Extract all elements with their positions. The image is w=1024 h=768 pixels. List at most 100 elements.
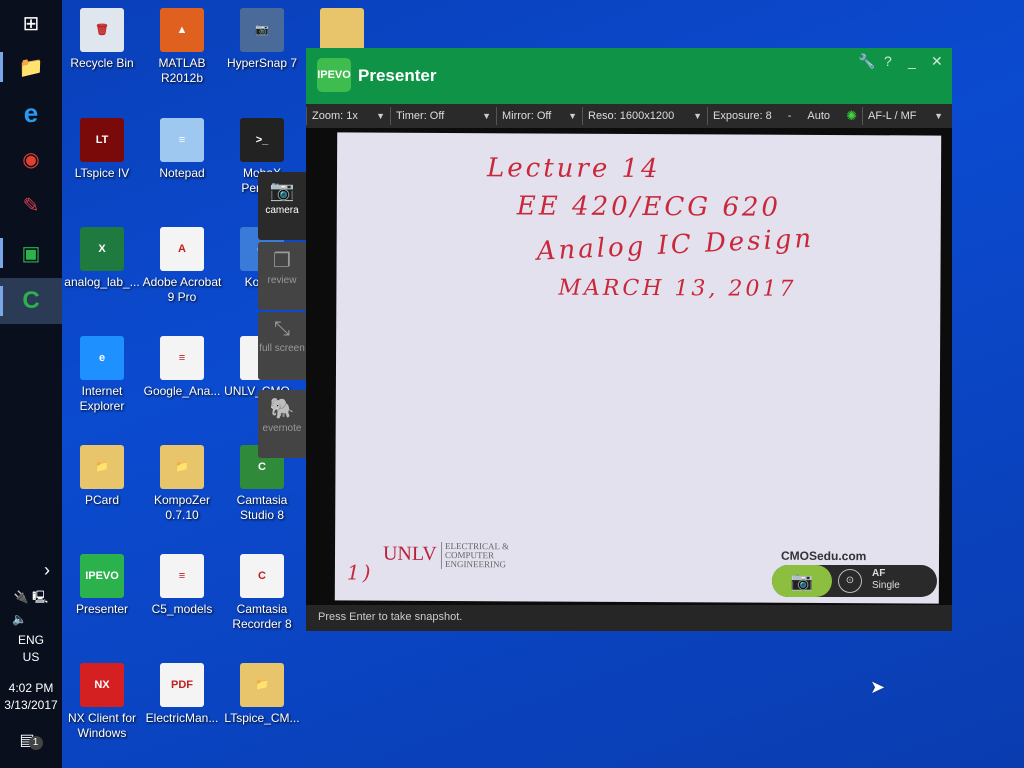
desktop-icon-label: Camtasia Recorder 8 bbox=[232, 602, 292, 631]
desktop-icon[interactable]: LT LTspice IV bbox=[62, 118, 142, 181]
app-title: Presenter bbox=[358, 66, 437, 85]
resolution-select[interactable]: Reso: 1600x1200 ▼ bbox=[582, 107, 707, 125]
status-bar: Press Enter to take snapshot. bbox=[306, 605, 952, 631]
desktop-icon[interactable]: ≡ Google_Ana... bbox=[142, 336, 222, 399]
page-number: 1) bbox=[346, 560, 374, 585]
handwriting-line: MARCH 13, 2017 bbox=[558, 275, 797, 302]
tray-chevron[interactable]: › bbox=[0, 560, 62, 581]
app-icon: 📁 bbox=[80, 445, 124, 489]
app-icon: IPEVO bbox=[80, 554, 124, 598]
ie-icon: e bbox=[23, 97, 39, 128]
timer-select[interactable]: Timer: Off ▼ bbox=[390, 107, 496, 125]
focus-value: AF-L / MF bbox=[868, 110, 917, 122]
taskbar-file-explorer[interactable]: 📁 bbox=[0, 44, 62, 90]
desktop-icon[interactable]: 📷 HyperSnap 7 bbox=[222, 8, 302, 71]
presenter-window: IPEVO Presenter 🔧 ? _ ✕ Zoom: 1x ▼ Timer:… bbox=[306, 48, 952, 631]
desktop-icon[interactable]: e Internet Explorer bbox=[62, 336, 142, 414]
app-icon: ≡ bbox=[160, 118, 204, 162]
app-icon: e bbox=[80, 336, 124, 380]
review-icon: ❐ bbox=[273, 250, 291, 272]
unlv-logo: UNLV bbox=[382, 542, 437, 565]
camtasia-icon: C bbox=[22, 287, 40, 314]
evernote-tab[interactable]: 🐘 evernote bbox=[258, 390, 306, 458]
minimize-button[interactable]: _ bbox=[908, 53, 916, 69]
desktop-icon-label: NX Client for Windows bbox=[67, 711, 137, 740]
snapshot-button[interactable]: 📷 bbox=[772, 565, 832, 597]
app-icon: >_ bbox=[240, 118, 284, 162]
desktop-icon[interactable]: PDF ElectricMan... bbox=[142, 663, 222, 726]
review-label: review bbox=[267, 275, 297, 286]
battery-network-icons[interactable]: 🔌 🖳 bbox=[0, 588, 62, 609]
zoom-select[interactable]: Zoom: 1x ▼ bbox=[306, 107, 390, 125]
desktop-icon[interactable]: IPEVO Presenter bbox=[62, 554, 142, 617]
app-icon: A bbox=[160, 227, 204, 271]
brightness-icon[interactable]: ✺ bbox=[846, 108, 857, 124]
chevron-down-icon: ▼ bbox=[934, 111, 943, 121]
evernote-icon: 🐘 bbox=[269, 398, 295, 420]
desktop-icon[interactable]: 📁 PCard bbox=[62, 445, 142, 508]
region-code[interactable]: US bbox=[0, 650, 62, 664]
app-icon: ▲ bbox=[160, 8, 204, 52]
desktop-icon[interactable]: A Adobe Acrobat 9 Pro bbox=[142, 227, 222, 305]
af-mode: Single bbox=[872, 580, 900, 591]
site-url: CMOSedu.com bbox=[780, 548, 867, 564]
autofocus-button[interactable]: ⊙ bbox=[838, 569, 862, 593]
app-icon: X bbox=[80, 227, 124, 271]
desktop-icon-label: Internet Explorer bbox=[79, 384, 125, 413]
desktop-icon-label: PCard bbox=[84, 493, 119, 507]
clock-date[interactable]: 3/13/2017 bbox=[0, 698, 62, 712]
desktop-icon-label: KompoZer 0.7.10 bbox=[153, 493, 211, 522]
desktop-icon[interactable]: 📁 LTspice_CM... bbox=[222, 663, 302, 726]
focus-select[interactable]: AF-L / MF ▼ bbox=[862, 107, 948, 125]
timer-value: Timer: Off bbox=[396, 110, 445, 122]
af-label: AF Single bbox=[872, 568, 900, 592]
chevron-down-icon: ▼ bbox=[376, 111, 385, 121]
exposure-value: Exposure: 8 bbox=[713, 110, 772, 122]
action-center-button[interactable]: ▤1 bbox=[0, 730, 62, 750]
camera-preview[interactable]: Lecture 14 EE 420/ECG 620 Analog IC Desi… bbox=[306, 128, 952, 605]
desktop-icon-label: Recycle Bin bbox=[70, 56, 134, 70]
exposure-auto-button[interactable]: Auto bbox=[807, 110, 830, 122]
desktop-icon-label: ElectricMan... bbox=[145, 711, 219, 725]
close-button[interactable]: ✕ bbox=[931, 53, 943, 70]
desktop-icon[interactable]: ▲ MATLAB R2012b bbox=[142, 8, 222, 86]
start-button[interactable]: ⊞ bbox=[0, 0, 62, 46]
exposure-control[interactable]: Exposure: 8 - Auto ✺ bbox=[707, 107, 862, 125]
volume-icon[interactable]: 🔈 bbox=[0, 612, 62, 626]
app-icon: C bbox=[240, 554, 284, 598]
evernote-label: evernote bbox=[262, 423, 302, 434]
camera-label: camera bbox=[265, 205, 299, 216]
exposure-minus-button[interactable]: - bbox=[788, 110, 792, 122]
desktop-icon[interactable]: C Camtasia Recorder 8 bbox=[222, 554, 302, 632]
department-name: ELECTRICAL & COMPUTER ENGINEERING bbox=[440, 541, 552, 570]
help-icon[interactable]: ? bbox=[884, 53, 892, 69]
desktop-icon[interactable]: NX NX Client for Windows bbox=[62, 663, 142, 741]
desktop-icon[interactable]: 🗑 Recycle Bin bbox=[62, 8, 142, 71]
notification-count: 1 bbox=[28, 736, 43, 750]
app-icon: NX bbox=[80, 663, 124, 707]
app-icon: 📁 bbox=[240, 663, 284, 707]
settings-icon[interactable]: 🔧 bbox=[858, 53, 875, 70]
fullscreen-tab[interactable]: ⤡ full screen bbox=[258, 312, 306, 380]
clock-time[interactable]: 4:02 PM bbox=[0, 681, 62, 695]
fullscreen-label: full screen bbox=[259, 343, 305, 354]
taskbar-camtasia[interactable]: C bbox=[0, 278, 62, 324]
camera-tab[interactable]: 📷 camera bbox=[258, 172, 306, 240]
desktop-icon[interactable]: 📁 KompoZer 0.7.10 bbox=[142, 445, 222, 523]
desktop-icon[interactable]: Xanalog_lab_... bbox=[62, 227, 142, 290]
title-bar[interactable]: IPEVO Presenter 🔧 ? _ ✕ bbox=[306, 48, 952, 104]
taskbar-presenter[interactable]: ▣ bbox=[0, 230, 62, 276]
taskbar-chrome[interactable]: ◉ bbox=[0, 136, 62, 182]
camera-icon: 📷 bbox=[790, 570, 814, 591]
mirror-select[interactable]: Mirror: Off ▼ bbox=[496, 107, 582, 125]
resolution-value: Reso: 1600x1200 bbox=[588, 110, 675, 122]
taskbar-app[interactable]: ✎ bbox=[0, 182, 62, 228]
taskbar-internet-explorer[interactable]: e bbox=[0, 90, 62, 136]
status-text: Press Enter to take snapshot. bbox=[318, 611, 463, 623]
language-code[interactable]: ENG bbox=[0, 633, 62, 647]
desktop-icon[interactable]: ≡ Notepad bbox=[142, 118, 222, 181]
review-tab[interactable]: ❐ review bbox=[258, 242, 306, 310]
focus-icon: ⊙ bbox=[845, 575, 855, 586]
desktop-icon[interactable]: ≡ C5_models bbox=[142, 554, 222, 617]
desktop-icon-label: Presenter bbox=[75, 602, 129, 616]
